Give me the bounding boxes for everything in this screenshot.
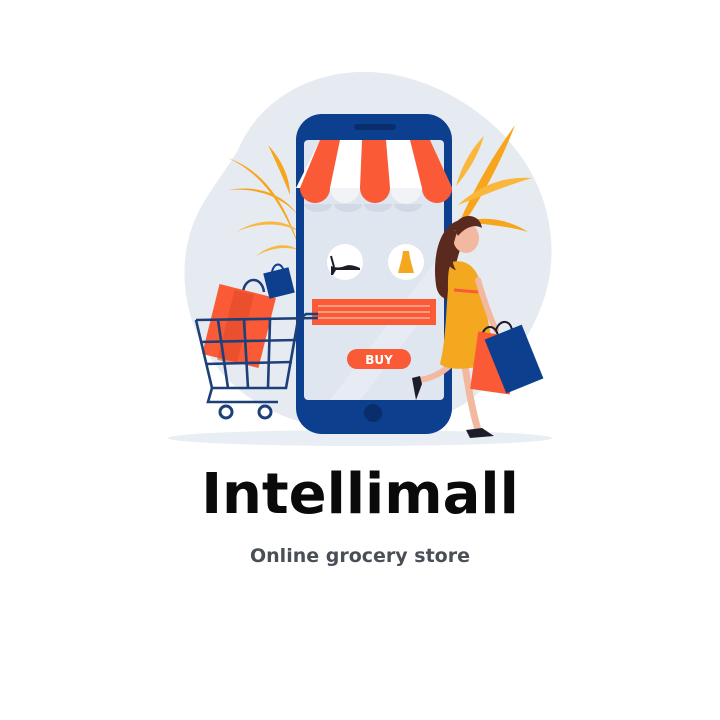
home-button bbox=[364, 404, 382, 422]
shoe-product bbox=[327, 244, 363, 280]
brand-name: Intellimall bbox=[201, 462, 519, 527]
cart-wheel bbox=[257, 404, 273, 420]
storefront-illustration: BUY bbox=[168, 71, 552, 446]
product-description-panel bbox=[312, 299, 436, 325]
buy-button[interactable]: BUY bbox=[347, 349, 411, 369]
dress-product bbox=[388, 244, 424, 280]
cart-wheel bbox=[218, 404, 234, 420]
brand-tagline: Online grocery store bbox=[250, 545, 470, 567]
buy-button-label[interactable]: BUY bbox=[365, 353, 393, 367]
